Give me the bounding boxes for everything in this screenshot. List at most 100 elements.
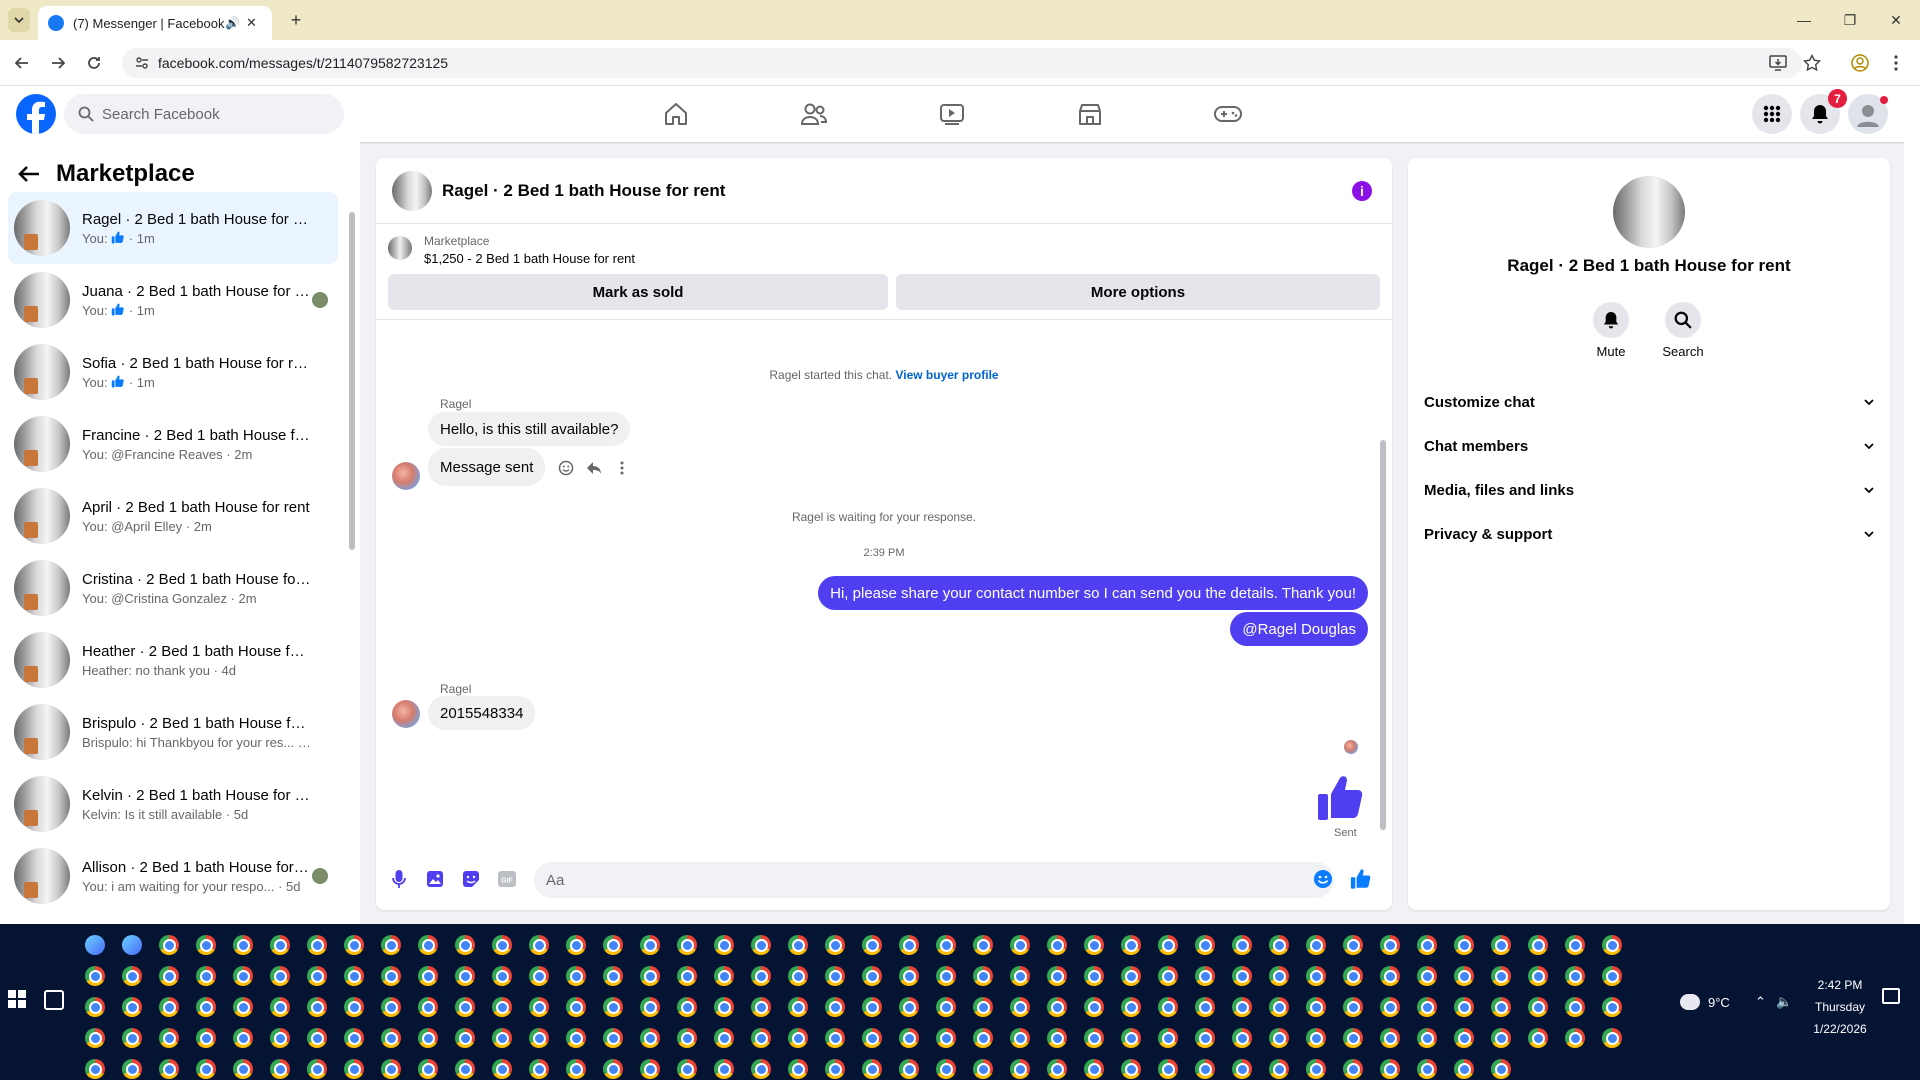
taskbar-app-icon[interactable] — [1380, 966, 1400, 986]
taskbar-app-icon[interactable] — [159, 997, 179, 1017]
incoming-message[interactable]: 2015548334 — [428, 696, 536, 730]
taskbar-app-icon[interactable] — [973, 1059, 993, 1079]
sent-like-icon[interactable] — [1316, 774, 1366, 822]
taskbar-app-icon[interactable] — [344, 1028, 364, 1048]
mute-button[interactable]: Mute — [1581, 302, 1641, 359]
taskbar-app-icon[interactable] — [1195, 1028, 1215, 1048]
taskbar-app-icon[interactable] — [344, 935, 364, 955]
taskbar-app-icon[interactable] — [899, 935, 919, 955]
taskbar-app-icon[interactable] — [1121, 1028, 1141, 1048]
notification-center-icon[interactable] — [1882, 988, 1900, 1004]
taskbar-app-icon[interactable] — [344, 966, 364, 986]
chat-title[interactable]: Ragel · 2 Bed 1 bath House for rent — [442, 181, 725, 201]
taskbar-app-icon[interactable] — [1454, 997, 1474, 1017]
friends-nav[interactable] — [798, 98, 830, 130]
restore-button[interactable]: ❐ — [1836, 8, 1864, 32]
more-actions-icon[interactable] — [612, 458, 632, 478]
like-send-icon[interactable] — [1350, 868, 1372, 890]
taskbar-app-icon[interactable] — [825, 997, 845, 1017]
taskbar-app-icon[interactable] — [862, 1028, 882, 1048]
facebook-logo[interactable] — [16, 94, 56, 134]
taskbar-app-icon[interactable] — [307, 966, 327, 986]
taskbar-app-icon[interactable] — [566, 1059, 586, 1079]
customize-chat-row[interactable]: Customize chat — [1424, 380, 1874, 424]
taskbar-app-icon[interactable] — [1010, 1059, 1030, 1079]
taskbar-app-icon[interactable] — [640, 935, 660, 955]
info-icon[interactable]: i — [1352, 181, 1372, 201]
taskbar-app-icon[interactable] — [455, 1059, 475, 1079]
taskbar-app-icon[interactable] — [1417, 935, 1437, 955]
taskbar-app-icon[interactable] — [1269, 1028, 1289, 1048]
taskbar-app-icon[interactable] — [270, 997, 290, 1017]
task-view-icon[interactable] — [44, 990, 64, 1010]
conversation-item[interactable]: April · 2 Bed 1 bath House for rent You: … — [8, 480, 338, 552]
taskbar-app-icon[interactable] — [1417, 1028, 1437, 1048]
gif-icon[interactable]: GIF — [496, 868, 518, 890]
taskbar-app-icon[interactable] — [529, 935, 549, 955]
listing-title[interactable]: $1,250 - 2 Bed 1 bath House for rent — [424, 251, 635, 266]
taskbar-app-icon[interactable] — [455, 966, 475, 986]
taskbar-app-icon[interactable] — [307, 997, 327, 1017]
taskbar-app-icon[interactable] — [1602, 1028, 1622, 1048]
taskbar-app-icon[interactable] — [159, 1028, 179, 1048]
taskbar-app-icon[interactable] — [529, 1059, 549, 1079]
taskbar-app-icon[interactable] — [1380, 935, 1400, 955]
taskbar-app-icon[interactable] — [1528, 997, 1548, 1017]
taskbar-app-icon[interactable] — [85, 935, 105, 955]
taskbar-app-icon[interactable] — [270, 935, 290, 955]
taskbar-app-icon[interactable] — [307, 935, 327, 955]
taskbar-app-icon[interactable] — [122, 966, 142, 986]
taskbar-app-icon[interactable] — [196, 966, 216, 986]
taskbar-app-icon[interactable] — [714, 997, 734, 1017]
taskbar-app-icon[interactable] — [1232, 1059, 1252, 1079]
taskbar-app-icon[interactable] — [1269, 935, 1289, 955]
taskbar-app-icon[interactable] — [1380, 1059, 1400, 1079]
taskbar-app-icon[interactable] — [751, 1059, 771, 1079]
taskbar-app-icon[interactable] — [899, 997, 919, 1017]
minimize-button[interactable]: — — [1790, 8, 1818, 32]
browser-tab[interactable]: (7) Messenger | Facebook 🔊 ✕ — [38, 6, 272, 40]
back-button[interactable] — [10, 51, 34, 75]
taskbar-app-icon[interactable] — [603, 935, 623, 955]
taskbar-app-icon[interactable] — [159, 935, 179, 955]
taskbar-app-icon[interactable] — [1195, 997, 1215, 1017]
taskbar-app-icon[interactable] — [1306, 997, 1326, 1017]
facebook-search-input[interactable]: Search Facebook — [64, 94, 344, 134]
taskbar-app-icon[interactable] — [1232, 966, 1252, 986]
taskbar-app-icon[interactable] — [1343, 935, 1363, 955]
conversation-item[interactable]: Francine · 2 Bed 1 bath House for rent Yo… — [8, 408, 338, 480]
taskbar-app-icon[interactable] — [1232, 935, 1252, 955]
taskbar-app-icon[interactable] — [233, 1059, 253, 1079]
taskbar-app-icon[interactable] — [455, 1028, 475, 1048]
taskbar-app-icon[interactable] — [1047, 935, 1067, 955]
taskbar-app-icon[interactable] — [1491, 966, 1511, 986]
taskbar-app-icon[interactable] — [566, 966, 586, 986]
taskbar-app-icon[interactable] — [1047, 997, 1067, 1017]
photo-icon[interactable] — [424, 868, 446, 890]
taskbar-app-icon[interactable] — [1454, 1028, 1474, 1048]
list-scroll-thumb[interactable] — [349, 212, 355, 550]
watch-nav[interactable] — [936, 98, 968, 130]
taskbar-app-icon[interactable] — [307, 1028, 327, 1048]
taskbar-app-icon[interactable] — [825, 935, 845, 955]
clock[interactable]: 2:42 PM Thursday 1/22/2026 — [1800, 974, 1880, 1040]
taskbar-app-icon[interactable] — [381, 1059, 401, 1079]
taskbar-app-icon[interactable] — [1010, 997, 1030, 1017]
taskbar-app-icon[interactable] — [1121, 997, 1141, 1017]
taskbar-app-icon[interactable] — [344, 997, 364, 1017]
taskbar-app-icon[interactable] — [1158, 966, 1178, 986]
windows-start-icon[interactable] — [8, 990, 28, 1010]
taskbar-app-icon[interactable] — [1380, 997, 1400, 1017]
sender-avatar[interactable] — [392, 462, 420, 490]
taskbar-app-icon[interactable] — [1306, 966, 1326, 986]
taskbar-app-icon[interactable] — [936, 997, 956, 1017]
tab-search-button[interactable] — [8, 8, 30, 32]
taskbar-app-icon[interactable] — [1491, 1059, 1511, 1079]
taskbar-app-icon[interactable] — [1047, 1059, 1067, 1079]
taskbar-app-icon[interactable] — [196, 997, 216, 1017]
taskbar-app-icon[interactable] — [1565, 935, 1585, 955]
taskbar-app-icon[interactable] — [1602, 997, 1622, 1017]
taskbar-app-icon[interactable] — [492, 966, 512, 986]
taskbar-app-icon[interactable] — [862, 997, 882, 1017]
conversation-item[interactable]: Kelvin · 2 Bed 1 bath House for rent Kelv… — [8, 768, 338, 840]
